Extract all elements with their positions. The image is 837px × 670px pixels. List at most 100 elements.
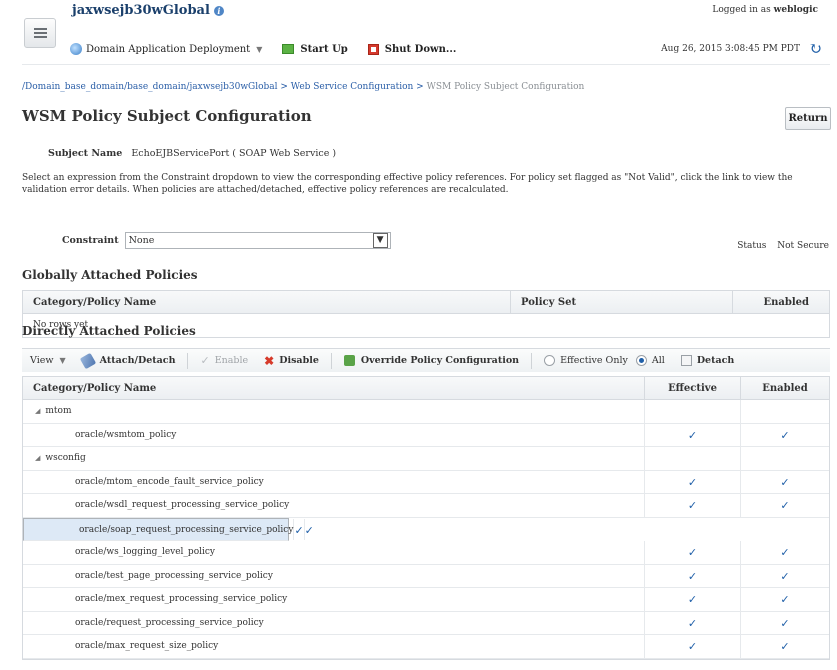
check-icon: ✓ <box>780 428 790 442</box>
policy-name-cell: oracle/wsdl_request_processing_service_p… <box>23 494 645 517</box>
table-row[interactable]: oracle/mex_request_processing_service_po… <box>23 588 829 612</box>
table-group-row[interactable]: ◢ mtom <box>23 400 829 424</box>
detach-button[interactable]: Detach <box>680 355 734 366</box>
check-icon: ✓ <box>687 428 698 442</box>
refresh-icon[interactable]: ↻ <box>809 39 822 58</box>
check-icon: ✓ <box>780 593 790 606</box>
policy-name: mtom <box>45 406 72 416</box>
return-button[interactable]: Return <box>785 107 831 130</box>
direct-policies-toolbar: View ▼ Attach/Detach ✓ Enable ✖ Disable … <box>22 348 830 372</box>
table-header: Category/Policy Name Policy Set Enabled <box>23 291 829 314</box>
start-up-label: Start Up <box>300 43 348 55</box>
policy-name: oracle/test_page_processing_service_poli… <box>75 570 273 581</box>
effective-only-radio[interactable]: Effective Only <box>544 355 628 366</box>
override-policy-button[interactable]: Override Policy Configuration <box>343 355 520 366</box>
check-icon: ✓ <box>780 546 790 559</box>
column-header-policy-set[interactable]: Policy Set <box>511 291 733 313</box>
table-row[interactable]: oracle/test_page_processing_service_poli… <box>23 564 829 588</box>
toolbar-separator <box>187 352 189 369</box>
chevron-down-icon: ▼ <box>256 44 263 54</box>
policy-name-cell: oracle/mex_request_processing_service_po… <box>23 588 645 611</box>
domain-application-deployment-menu[interactable]: Domain Application Deployment ▼ <box>70 43 262 55</box>
all-radio[interactable]: All <box>635 355 665 366</box>
enable-label: Enable <box>214 355 249 366</box>
logged-in-label: Logged in as <box>712 5 771 15</box>
disable-button[interactable]: ✖ Disable <box>264 354 319 368</box>
override-icon <box>343 355 355 366</box>
paperclip-icon <box>79 352 96 369</box>
policy-name: oracle/soap_request_processing_service_p… <box>79 524 294 535</box>
enable-button[interactable]: ✓ Enable <box>200 354 248 367</box>
constraint-select[interactable]: None ▼ <box>124 232 391 249</box>
policy-name: oracle/mtom_encode_fault_service_policy <box>75 476 264 487</box>
policy-name: oracle/wsmtom_policy <box>75 429 177 440</box>
subject-name-label: Subject Name <box>48 148 123 159</box>
shut-down-label: Shut Down... <box>384 43 457 55</box>
column-header-enabled[interactable]: Enabled <box>733 291 829 313</box>
status-label: Status <box>737 241 767 251</box>
policy-name: oracle/max_request_size_policy <box>75 641 219 651</box>
check-icon: ✓ <box>780 616 790 630</box>
policy-name-cell: oracle/wsmtom_policy <box>23 423 645 446</box>
check-icon: ✓ <box>687 616 698 630</box>
check-icon: ✓ <box>687 546 698 559</box>
start-up-button[interactable]: Start Up <box>282 43 348 55</box>
app-title[interactable]: jaxwsejb30wGlobal i <box>72 3 224 18</box>
table-row[interactable]: oracle/request_processing_service_policy… <box>23 611 829 635</box>
policy-name-cell: ◢ wsconfig <box>23 447 645 470</box>
breadcrumb-path[interactable]: /Domain_base_domain/base_domain/jaxwsejb… <box>22 82 424 92</box>
radio-selected-icon <box>635 355 647 366</box>
policy-name: oracle/ws_logging_level_policy <box>75 547 215 557</box>
table-row[interactable]: oracle/max_request_size_policy ✓ ✓ <box>23 635 829 659</box>
enabled-cell: ✓ <box>305 519 314 541</box>
table-row[interactable]: oracle/ws_logging_level_policy ✓ ✓ <box>23 541 829 565</box>
effective-only-label: Effective Only <box>560 355 628 366</box>
table-row[interactable]: oracle/mtom_encode_fault_service_policy ✓… <box>23 470 829 494</box>
override-label: Override Policy Configuration <box>360 355 520 366</box>
chevron-down-icon[interactable]: ▼ <box>372 233 388 248</box>
table-row[interactable]: oracle/wsdl_request_processing_service_p… <box>23 494 829 518</box>
table-row[interactable]: oracle/wsmtom_policy ✓ ✓ <box>23 423 829 447</box>
check-icon: ✓ <box>780 475 790 489</box>
menu-icon[interactable] <box>24 18 56 48</box>
expand-icon[interactable]: ◢ <box>35 447 40 470</box>
effective-cell <box>645 447 741 470</box>
check-icon: ✓ <box>294 523 304 537</box>
direct-policies-table: Category/Policy Name Effective Enabled ◢… <box>22 376 830 660</box>
attach-detach-button[interactable]: Attach/Detach <box>79 352 175 369</box>
enabled-cell: ✓ <box>741 471 829 494</box>
shut-down-button[interactable]: Shut Down... <box>367 43 457 55</box>
check-icon: ✓ <box>780 499 790 512</box>
enabled-cell <box>741 447 829 470</box>
check-icon: ✓ <box>780 569 790 583</box>
toolbar-separator <box>330 352 332 369</box>
column-header-enabled[interactable]: Enabled <box>741 377 829 399</box>
page-title: WSM Policy Subject Configuration <box>22 107 312 125</box>
user-name[interactable]: weblogic <box>774 5 818 15</box>
menu-label: Domain Application Deployment <box>86 43 251 55</box>
app-title-text: jaxwsejb30wGlobal <box>72 3 210 18</box>
enabled-cell: ✓ <box>741 612 829 635</box>
column-header-name[interactable]: Category/Policy Name <box>23 291 511 313</box>
view-menu[interactable]: View ▼ <box>30 355 66 366</box>
table-group-row[interactable]: ◢ wsconfig <box>23 447 829 471</box>
header-toolbar: Domain Application Deployment ▼ Start Up… <box>70 40 476 58</box>
table-row[interactable]: oracle/soap_request_processing_service_p… <box>23 517 314 541</box>
enabled-cell: ✓ <box>741 494 829 517</box>
column-header-name[interactable]: Category/Policy Name <box>23 377 645 399</box>
table-header: Category/Policy Name Effective Enabled <box>23 377 829 400</box>
policy-name-cell: ◢ mtom <box>23 400 645 423</box>
info-icon[interactable]: i <box>213 5 224 16</box>
check-icon: ✓ <box>687 593 698 606</box>
column-header-effective[interactable]: Effective <box>645 377 741 399</box>
header-divider <box>22 64 830 65</box>
enabled-cell: ✓ <box>741 588 829 611</box>
subject-name-value: EchoEJBServicePort ( SOAP Web Service ) <box>131 148 337 159</box>
detach-icon <box>680 355 692 366</box>
policy-name: wsconfig <box>45 453 86 463</box>
all-label: All <box>651 355 665 366</box>
enabled-cell <box>741 400 829 423</box>
expand-icon[interactable]: ◢ <box>35 400 40 423</box>
chevron-down-icon: ▼ <box>59 356 66 365</box>
subject-name: Subject Name EchoEJBServicePort ( SOAP W… <box>48 148 336 159</box>
